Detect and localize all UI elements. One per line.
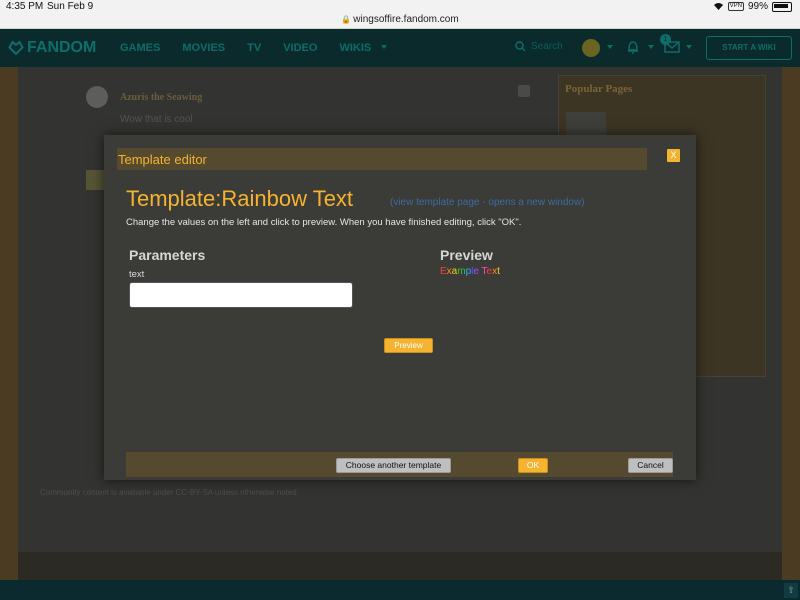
- nav-link-tv[interactable]: TV: [247, 42, 261, 54]
- page-side-art-left: [0, 67, 18, 580]
- vpn-badge: VPN: [727, 2, 744, 11]
- nav-link-video[interactable]: VIDEO: [283, 42, 317, 54]
- fandom-logo-text: FANDOM: [27, 39, 97, 56]
- search-button[interactable]: Search: [515, 41, 563, 52]
- ios-status-bar: 4:35 PM Sun Feb 9 VPN 99%: [0, 0, 800, 14]
- comment-avatar: [86, 86, 108, 108]
- reply-avatar: [86, 170, 104, 190]
- battery-percent: 99%: [747, 1, 768, 12]
- user-chevron-down-icon[interactable]: [607, 45, 613, 49]
- battery-icon: [772, 1, 792, 12]
- nav-links: GAMES MOVIES TV VIDEO WIKIS: [120, 42, 371, 54]
- mail-icon[interactable]: [664, 41, 680, 53]
- preview-button[interactable]: Preview: [384, 338, 433, 353]
- messages-chevron-down-icon[interactable]: [686, 45, 692, 49]
- address-bar[interactable]: 🔒 wingsoffire.fandom.com: [0, 14, 800, 29]
- status-time: 4:35 PM: [6, 1, 44, 12]
- license-note: Community content is available under CC-…: [40, 488, 299, 497]
- bottom-bar: [0, 580, 800, 600]
- user-avatar[interactable]: [582, 39, 600, 57]
- preview-char: m: [457, 266, 466, 277]
- scroll-to-top-button[interactable]: ⇧: [784, 583, 798, 598]
- bell-icon[interactable]: [627, 39, 639, 55]
- fandom-navbar: FANDOM GAMES MOVIES TV VIDEO WIKIS Searc…: [0, 29, 800, 67]
- cancel-button[interactable]: Cancel: [628, 458, 673, 473]
- editor-instructions: Change the values on the left and click …: [126, 217, 522, 228]
- template-name: Template:Rainbow Text: [126, 186, 354, 211]
- preview-char: E: [440, 266, 447, 277]
- param-text-input[interactable]: [129, 282, 353, 308]
- comment-author: Azuris the Seawing: [120, 92, 203, 103]
- parameters-heading: Parameters: [129, 247, 206, 263]
- status-right-group: VPN 99%: [713, 1, 792, 12]
- nav-link-games[interactable]: GAMES: [120, 42, 160, 54]
- choose-another-template-button[interactable]: Choose another template: [336, 458, 451, 473]
- dialog-title: Template editor: [118, 152, 207, 167]
- url-text: wingsoffire.fandom.com: [353, 14, 459, 25]
- fandom-logo[interactable]: FANDOM: [8, 39, 96, 57]
- like-icon: [518, 85, 530, 97]
- wifi-icon: [713, 3, 723, 10]
- preview-char: t: [497, 266, 500, 277]
- lock-icon: 🔒: [341, 15, 352, 24]
- wikis-chevron-down-icon[interactable]: [381, 45, 387, 49]
- ok-button[interactable]: OK: [518, 458, 548, 473]
- popular-pages-title: Popular Pages: [565, 83, 633, 95]
- param-text-label: text: [129, 269, 145, 280]
- comment-text: Wow that is cool: [120, 114, 193, 125]
- fandom-heart-icon: [8, 40, 24, 56]
- nav-link-movies[interactable]: MOVIES: [182, 42, 225, 54]
- notifications-chevron-down-icon[interactable]: [648, 45, 654, 49]
- search-label: Search: [531, 41, 563, 52]
- search-icon: [515, 41, 526, 52]
- nav-link-wikis[interactable]: WIKIS: [339, 42, 371, 54]
- preview-heading: Preview: [440, 247, 493, 263]
- page-side-art-right: [782, 67, 800, 580]
- status-date: Sun Feb 9: [47, 1, 94, 12]
- rainbow-preview-text: Example Text: [440, 266, 500, 277]
- view-template-page-link[interactable]: (view template page - opens a new window…: [390, 197, 585, 208]
- close-button[interactable]: X: [667, 149, 680, 162]
- start-a-wiki-button[interactable]: START A WIKI: [706, 36, 792, 60]
